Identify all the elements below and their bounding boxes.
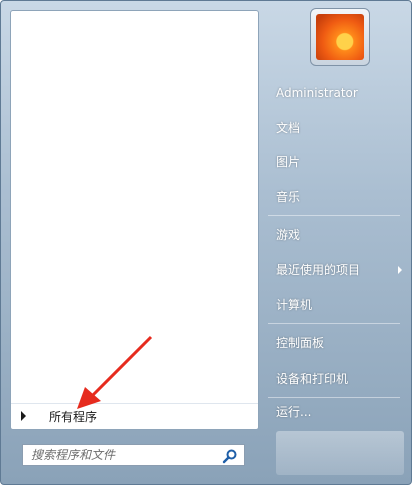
menu-item-devices-printers[interactable]: 设备和打印机 [268, 367, 408, 391]
menu-item-label: 文档 [276, 121, 301, 135]
user-photo [316, 14, 364, 60]
user-picture[interactable] [310, 8, 370, 66]
separator [268, 323, 400, 324]
expand-arrow-icon [21, 411, 26, 421]
menu-item-label: 控制面板 [276, 336, 325, 350]
separator [268, 215, 400, 216]
menu-item-run[interactable]: 运行... [268, 400, 408, 424]
shutdown-button-area[interactable] [276, 431, 404, 475]
menu-item-control-panel[interactable]: 控制面板 [268, 331, 408, 355]
menu-item-music[interactable]: 音乐 [268, 185, 408, 209]
menu-item-computer[interactable]: 计算机 [268, 293, 408, 317]
menu-item-label: Administrator [276, 86, 358, 100]
menu-item-pictures[interactable]: 图片 [268, 150, 408, 174]
menu-item-label: 游戏 [276, 228, 301, 242]
separator [268, 397, 400, 398]
annotation-arrow [77, 335, 153, 409]
menu-item-label: 音乐 [276, 190, 301, 204]
menu-item-label: 计算机 [276, 298, 313, 312]
menu-item-administrator[interactable]: Administrator [268, 81, 408, 105]
search-icon[interactable] [222, 448, 238, 464]
menu-item-documents[interactable]: 文档 [268, 116, 408, 140]
start-menu: 所有程序 Administrator 文档 图片 音乐 游戏 [0, 0, 412, 485]
search-box[interactable] [22, 444, 245, 466]
menu-item-recent-items[interactable]: 最近使用的项目 [268, 258, 408, 282]
menu-item-label: 运行... [276, 405, 312, 419]
menu-item-label: 设备和打印机 [276, 372, 349, 386]
menu-item-games[interactable]: 游戏 [268, 223, 408, 247]
right-panel: Administrator 文档 图片 音乐 游戏 最近使用的项目 计算机 控制… [262, 1, 412, 486]
search-input[interactable] [23, 445, 219, 465]
menu-item-label: 图片 [276, 155, 301, 169]
menu-item-label: 最近使用的项目 [276, 263, 361, 277]
submenu-arrow-icon [398, 266, 402, 274]
